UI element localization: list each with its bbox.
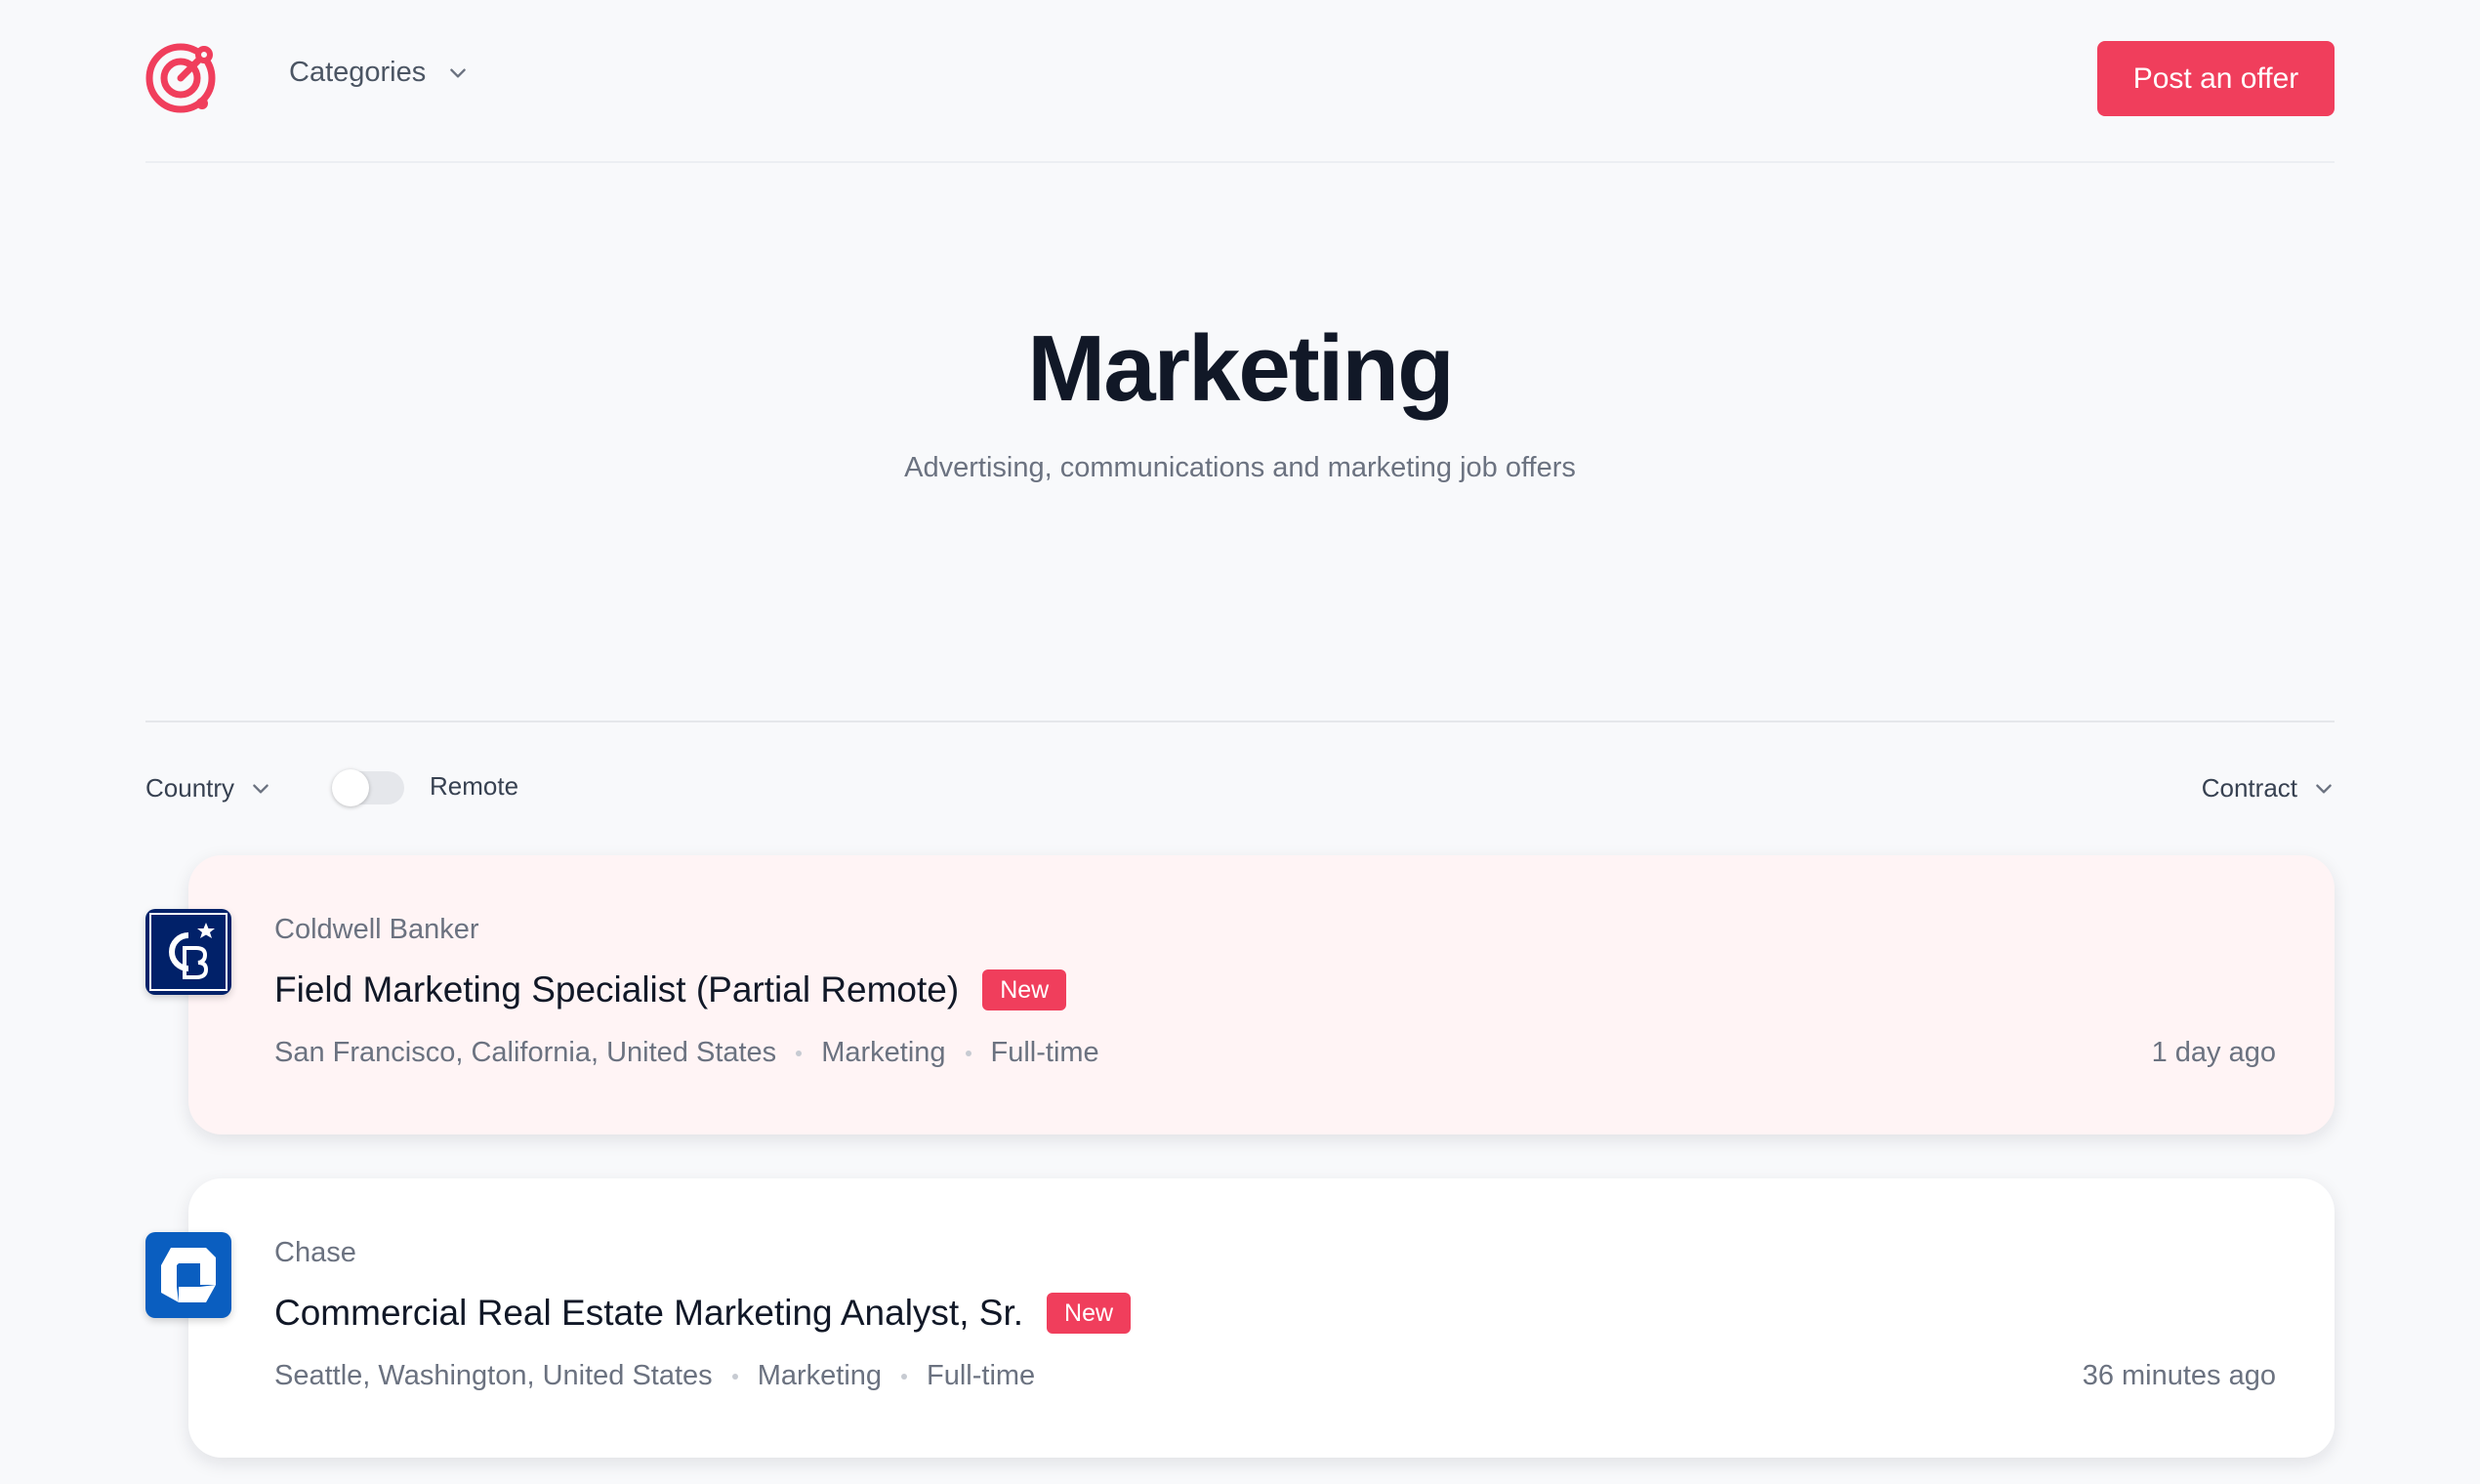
separator-dot-icon <box>901 1373 908 1380</box>
chase-logo-icon <box>145 1232 231 1318</box>
country-filter-dropdown[interactable]: Country <box>145 773 271 804</box>
posted-time: 36 minutes ago <box>2082 1360 2276 1391</box>
coldwell-banker-logo-icon <box>145 909 231 995</box>
job-title-link[interactable]: Commercial Real Estate Marketing Analyst… <box>274 1293 1023 1334</box>
separator-dot-icon <box>796 1050 803 1056</box>
remote-toggle[interactable] <box>332 769 404 806</box>
categories-label: Categories <box>289 57 427 88</box>
company-name: Coldwell Banker <box>274 914 479 945</box>
chevron-down-icon <box>2316 783 2332 794</box>
job-contract: Full-time <box>990 1037 1099 1068</box>
job-category: Marketing <box>821 1037 946 1068</box>
post-offer-button[interactable]: Post an offer <box>2097 41 2335 116</box>
divider <box>145 721 2335 722</box>
country-filter-label: Country <box>145 773 235 803</box>
page-subtitle: Advertising, communications and marketin… <box>904 452 1576 483</box>
job-location: Seattle, Washington, United States <box>274 1360 713 1391</box>
filter-bar: Country Remote Contract <box>145 767 2335 810</box>
job-listing: Coldwell Banker Field Marketing Speciali… <box>145 855 2335 1134</box>
job-category: Marketing <box>757 1360 883 1391</box>
job-listing: Chase Commercial Real Estate Marketing A… <box>145 1178 2335 1458</box>
new-badge: New <box>1047 1293 1132 1334</box>
target-logo-icon[interactable] <box>145 41 220 115</box>
page-container: Categories Post an offer Marketing Adver… <box>145 0 2335 1458</box>
page-title: Marketing <box>1027 316 1454 421</box>
job-title-row: Commercial Real Estate Marketing Analyst… <box>274 1293 1132 1334</box>
new-badge: New <box>982 969 1067 1010</box>
job-title-link[interactable]: Field Marketing Specialist (Partial Remo… <box>274 969 959 1010</box>
separator-dot-icon <box>965 1050 971 1056</box>
job-location: San Francisco, California, United States <box>274 1037 777 1068</box>
chevron-down-icon <box>450 67 467 78</box>
posted-time: 1 day ago <box>2151 1037 2276 1068</box>
job-title-row: Field Marketing Specialist (Partial Remo… <box>274 969 1067 1010</box>
toggle-knob <box>332 769 369 806</box>
contract-filter-dropdown[interactable]: Contract <box>2202 773 2335 804</box>
remote-label: Remote <box>430 770 519 801</box>
company-name: Chase <box>274 1237 356 1268</box>
separator-dot-icon <box>731 1373 738 1380</box>
job-meta: San Francisco, California, United States… <box>274 1037 1099 1069</box>
remote-filter: Remote <box>332 767 519 806</box>
job-meta: Seattle, Washington, United States Marke… <box>274 1360 1035 1392</box>
top-nav: Categories Post an offer <box>145 0 2335 163</box>
job-contract: Full-time <box>927 1360 1036 1391</box>
categories-dropdown[interactable]: Categories <box>289 57 469 89</box>
contract-filter-label: Contract <box>2201 773 2297 803</box>
chevron-down-icon <box>253 783 269 794</box>
